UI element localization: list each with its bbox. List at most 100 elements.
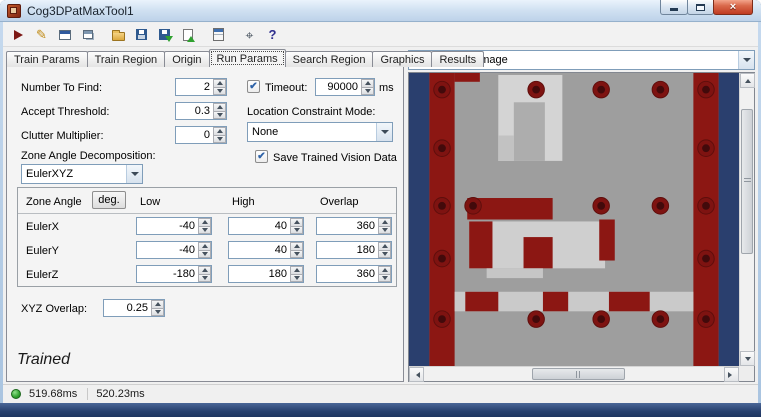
clutter-multiplier-spinner[interactable]: 0	[175, 126, 227, 144]
xyz-overlap-value[interactable]: 0.25	[104, 300, 151, 316]
horizontal-scroll-track[interactable]	[424, 367, 724, 381]
close-button[interactable]: ×	[713, 0, 753, 15]
tab-graphics[interactable]: Graphics	[372, 51, 433, 67]
spin-up-icon[interactable]	[290, 266, 303, 275]
eulerz-high-value[interactable]: 180	[229, 266, 290, 282]
xyz-overlap-spinner[interactable]: 0.25	[103, 299, 165, 317]
eulerz-low-spinner[interactable]: -180	[136, 265, 212, 283]
run-button[interactable]	[8, 25, 29, 45]
save-trained-checkbox[interactable]: ✔	[255, 150, 268, 163]
zone-angle-decomposition-combo[interactable]: EulerXYZ	[21, 164, 143, 184]
coordinate-tool-button[interactable]: ⌖	[239, 25, 260, 45]
spin-down-icon[interactable]	[290, 274, 303, 282]
spin-down-icon[interactable]	[290, 250, 303, 258]
open-button[interactable]	[108, 25, 129, 45]
spin-down-icon[interactable]	[378, 226, 391, 234]
minimize-button[interactable]	[660, 0, 688, 15]
scroll-down-button[interactable]	[740, 351, 755, 366]
spin-up-icon[interactable]	[290, 242, 303, 251]
number-to-find-spinner[interactable]: 2	[175, 78, 227, 96]
eulerz-overlap-spinner[interactable]: 360	[316, 265, 392, 283]
clutter-multiplier-value[interactable]: 0	[176, 127, 213, 143]
vertical-scrollbar[interactable]	[739, 73, 755, 366]
timeout-value[interactable]: 90000	[316, 79, 361, 95]
eulerx-overlap-spinner[interactable]: 360	[316, 217, 392, 235]
spin-down-icon[interactable]	[213, 135, 226, 143]
spin-down-icon[interactable]	[361, 87, 374, 95]
eulery-high-value[interactable]: 40	[229, 242, 290, 258]
tool-window-button[interactable]	[54, 25, 75, 45]
eulery-overlap-spinner[interactable]: 180	[316, 241, 392, 259]
eulerx-overlap-value[interactable]: 360	[317, 218, 378, 234]
accept-threshold-value[interactable]: 0.3	[176, 103, 213, 119]
tab-run-params[interactable]: Run Params	[208, 49, 286, 67]
eulerz-label: EulerZ	[26, 269, 59, 281]
spin-up-icon[interactable]	[213, 127, 226, 136]
horizontal-scrollbar[interactable]	[409, 366, 739, 382]
spin-up-icon[interactable]	[378, 266, 391, 275]
chevron-down-icon[interactable]	[738, 51, 754, 69]
export-button[interactable]	[177, 25, 198, 45]
deg-button[interactable]: deg.	[92, 191, 126, 209]
location-constraint-combo[interactable]: None	[247, 122, 393, 142]
scroll-right-button[interactable]	[724, 367, 739, 382]
help-button[interactable]: ?	[262, 25, 283, 45]
vertical-scroll-track[interactable]	[740, 88, 754, 351]
low-header: Low	[140, 196, 161, 208]
spin-up-icon[interactable]	[378, 242, 391, 251]
spin-up-icon[interactable]	[290, 218, 303, 227]
spin-down-icon[interactable]	[378, 250, 391, 258]
horizontal-scroll-thumb[interactable]	[532, 368, 625, 380]
eulery-low-spinner[interactable]: -40	[136, 241, 212, 259]
eulerx-high-value[interactable]: 40	[229, 218, 290, 234]
vertical-scroll-thumb[interactable]	[741, 109, 753, 254]
maximize-icon	[696, 3, 705, 11]
float-window-button[interactable]	[77, 25, 98, 45]
tab-results[interactable]: Results	[431, 51, 485, 67]
spin-up-icon[interactable]	[213, 103, 226, 112]
titlebar[interactable]: Cog3DPatMaxTool1 ×	[0, 0, 761, 22]
eulery-overlap-value[interactable]: 180	[317, 242, 378, 258]
spin-down-icon[interactable]	[213, 87, 226, 95]
spin-down-icon[interactable]	[198, 274, 211, 282]
spin-down-icon[interactable]	[198, 250, 211, 258]
image-display[interactable]	[408, 72, 755, 382]
spin-down-icon[interactable]	[151, 308, 164, 316]
calculator-button[interactable]	[208, 25, 229, 45]
number-to-find-value[interactable]: 2	[176, 79, 213, 95]
spin-down-icon[interactable]	[290, 226, 303, 234]
eulerz-high-spinner[interactable]: 180	[228, 265, 304, 283]
eulery-high-spinner[interactable]: 40	[228, 241, 304, 259]
accept-threshold-spinner[interactable]: 0.3	[175, 102, 227, 120]
chevron-down-icon[interactable]	[126, 165, 142, 183]
timeout-checkbox[interactable]: ✔	[247, 80, 260, 93]
eulerx-low-value[interactable]: -40	[137, 218, 198, 234]
import-button[interactable]	[154, 25, 175, 45]
eulery-low-value[interactable]: -40	[137, 242, 198, 258]
eulerz-low-value[interactable]: -180	[137, 266, 198, 282]
eulerx-high-spinner[interactable]: 40	[228, 217, 304, 235]
spin-down-icon[interactable]	[378, 274, 391, 282]
spin-down-icon[interactable]	[198, 226, 211, 234]
spin-up-icon[interactable]	[151, 300, 164, 309]
scroll-left-button[interactable]	[409, 367, 424, 382]
spin-up-icon[interactable]	[198, 242, 211, 251]
maximize-button[interactable]	[687, 0, 714, 15]
spin-up-icon[interactable]	[213, 79, 226, 88]
tab-origin[interactable]: Origin	[164, 51, 210, 67]
eulerx-low-spinner[interactable]: -40	[136, 217, 212, 235]
chevron-down-icon[interactable]	[376, 123, 392, 141]
spin-up-icon[interactable]	[198, 266, 211, 275]
spin-up-icon[interactable]	[378, 218, 391, 227]
tab-search-region[interactable]: Search Region	[284, 51, 374, 67]
tab-train-region[interactable]: Train Region	[86, 51, 166, 67]
spin-down-icon[interactable]	[213, 111, 226, 119]
tab-train-params[interactable]: Train Params	[6, 51, 88, 67]
save-button[interactable]	[131, 25, 152, 45]
timeout-spinner[interactable]: 90000	[315, 78, 375, 96]
eulerz-overlap-value[interactable]: 360	[317, 266, 378, 282]
spin-up-icon[interactable]	[198, 218, 211, 227]
scroll-up-button[interactable]	[740, 73, 755, 88]
spin-up-icon[interactable]	[361, 79, 374, 88]
electric-run-button[interactable]: ✎	[31, 25, 52, 45]
